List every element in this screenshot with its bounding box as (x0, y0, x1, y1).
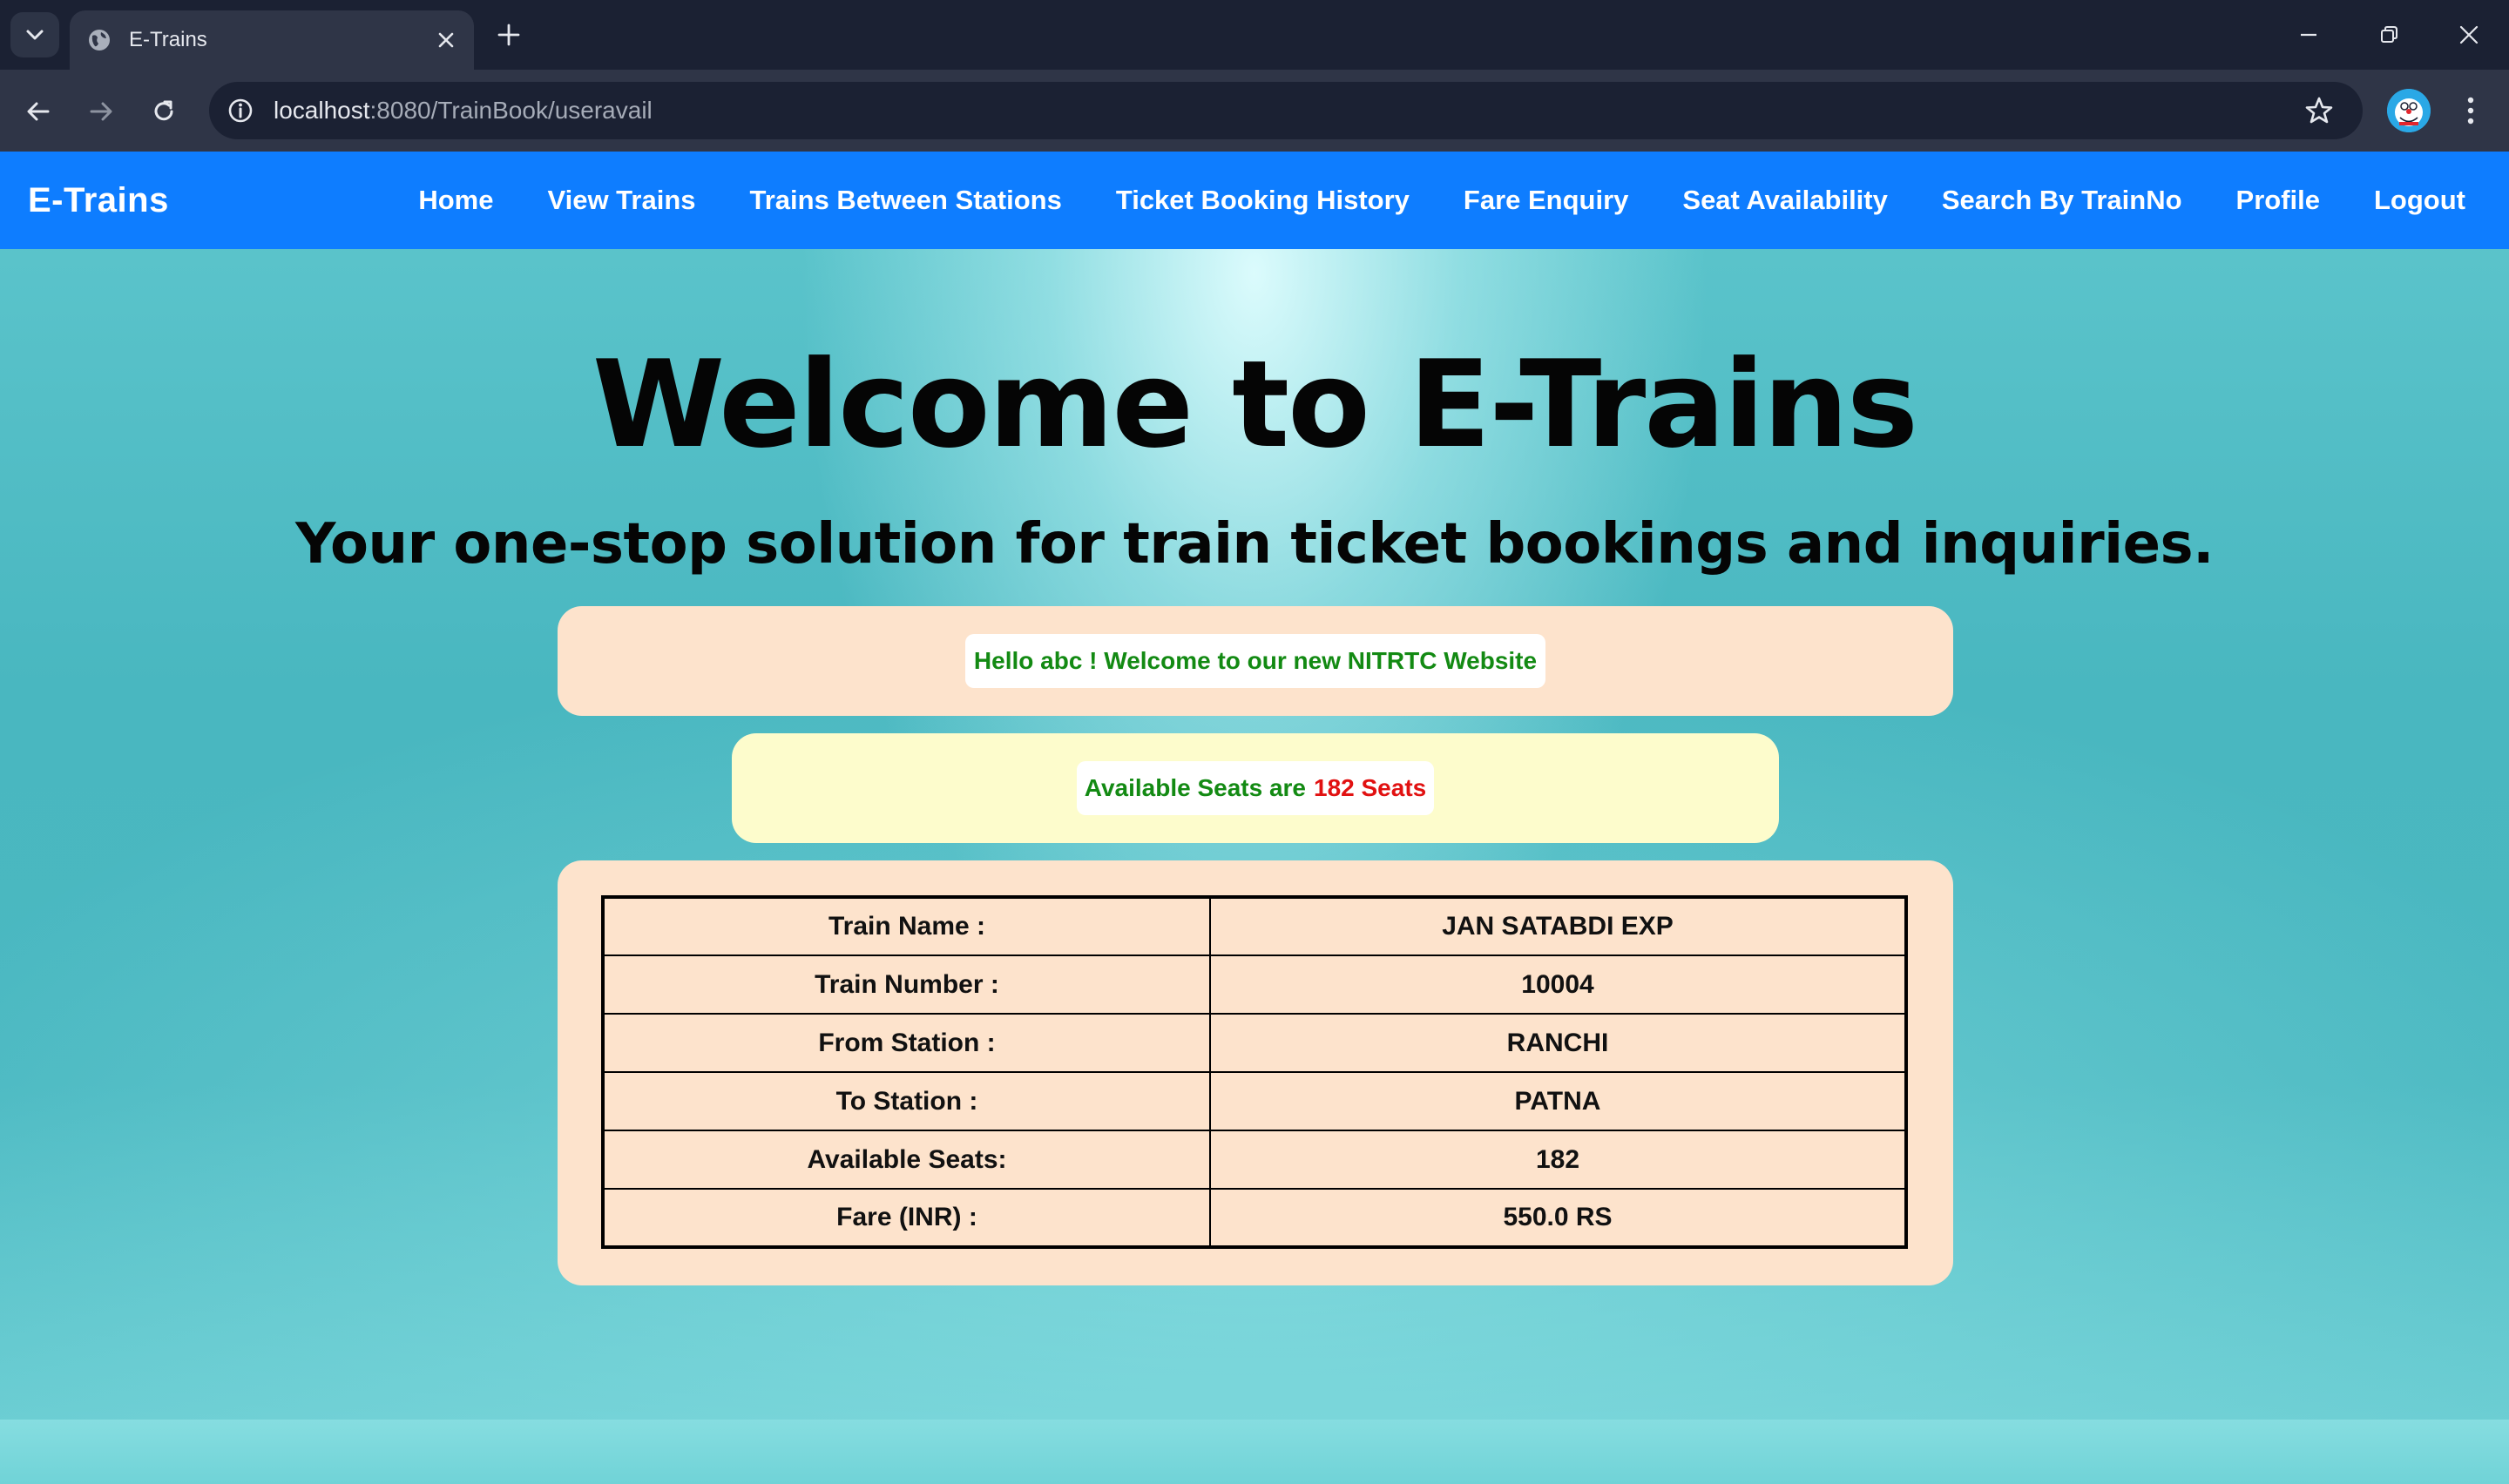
nav-ticket-booking-history[interactable]: Ticket Booking History (1116, 185, 1410, 216)
table-row: To Station : PATNA (602, 1071, 1907, 1131)
back-arrow-icon[interactable] (14, 87, 63, 136)
nav-logout[interactable]: Logout (2374, 185, 2465, 216)
address-bar[interactable]: localhost:8080/TrainBook/useravail (209, 82, 2363, 139)
page-subtitle: Your one-stop solution for train ticket … (295, 512, 2214, 577)
table-row: Train Name : JAN SATABDI EXP (602, 896, 1907, 956)
browser-tab[interactable]: E-Trains (70, 10, 474, 70)
table-row: Train Number : 10004 (602, 954, 1907, 1015)
browser-toolbar: localhost:8080/TrainBook/useravail (0, 70, 2509, 152)
close-icon[interactable] (429, 23, 463, 57)
table-row: From Station : RANCHI (602, 1013, 1907, 1073)
window-close-icon[interactable] (2441, 12, 2497, 57)
url-host: localhost (274, 97, 370, 124)
row-value: JAN SATABDI EXP (1209, 896, 1907, 956)
nav-search-by-trainno[interactable]: Search By TrainNo (1942, 185, 2182, 216)
row-value: 550.0 RS (1209, 1188, 1907, 1248)
url-path: :8080/TrainBook/useravail (369, 97, 653, 124)
profile-avatar[interactable] (2387, 89, 2431, 132)
nav-profile[interactable]: Profile (2236, 185, 2320, 216)
nav-home[interactable]: Home (418, 185, 493, 216)
nav-trains-between-stations[interactable]: Trains Between Stations (750, 185, 1062, 216)
nav-seat-availability[interactable]: Seat Availability (1682, 185, 1887, 216)
tab-search-icon[interactable] (10, 12, 59, 57)
row-value: 10004 (1209, 954, 1907, 1015)
table-row: Available Seats: 182 (602, 1130, 1907, 1190)
row-label: Train Number : (602, 954, 1211, 1015)
row-label: From Station : (602, 1013, 1211, 1073)
seats-message-prefix: Available Seats are (1084, 774, 1306, 801)
page-footer-strip (0, 1420, 2509, 1484)
seats-count: 182 Seats (1314, 774, 1427, 801)
nav-links: Home View Trains Trains Between Stations… (364, 152, 2465, 249)
minimize-icon[interactable] (2281, 12, 2337, 57)
site-navbar: E-Trains Home View Trains Trains Between… (0, 152, 2509, 249)
restore-icon[interactable] (2361, 12, 2417, 57)
kebab-menu-icon[interactable] (2453, 89, 2488, 132)
star-icon[interactable] (2298, 90, 2340, 132)
browser-tab-bar: E-Trains (0, 0, 2509, 70)
brand-logo[interactable]: E-Trains (28, 181, 169, 220)
url-text[interactable]: localhost:8080/TrainBook/useravail (274, 97, 2298, 125)
row-label: Train Name : (602, 896, 1211, 956)
table-row: Fare (INR) : 550.0 RS (602, 1188, 1907, 1248)
row-value: RANCHI (1209, 1013, 1907, 1073)
plus-icon[interactable] (491, 16, 526, 54)
row-label: To Station : (602, 1071, 1211, 1131)
nav-fare-enquiry[interactable]: Fare Enquiry (1464, 185, 1629, 216)
tab-title: E-Trains (129, 28, 207, 51)
reload-icon[interactable] (139, 87, 188, 136)
globe-icon (85, 26, 113, 54)
row-label: Fare (INR) : (602, 1188, 1211, 1248)
train-details-table: Train Name : JAN SATABDI EXP Train Numbe… (601, 895, 1908, 1249)
row-value: PATNA (1209, 1071, 1907, 1131)
forward-arrow-icon[interactable] (77, 87, 125, 136)
welcome-message: Hello abc ! Welcome to our new NITRTC We… (965, 634, 1545, 688)
nav-view-trains[interactable]: View Trains (547, 185, 695, 216)
seats-message: Available Seats are 182 Seats (1077, 761, 1434, 815)
page-title: Welcome to E-Trains (592, 334, 1918, 475)
row-value: 182 (1209, 1130, 1907, 1190)
row-label: Available Seats: (602, 1130, 1211, 1190)
site-info-icon[interactable] (223, 93, 258, 128)
